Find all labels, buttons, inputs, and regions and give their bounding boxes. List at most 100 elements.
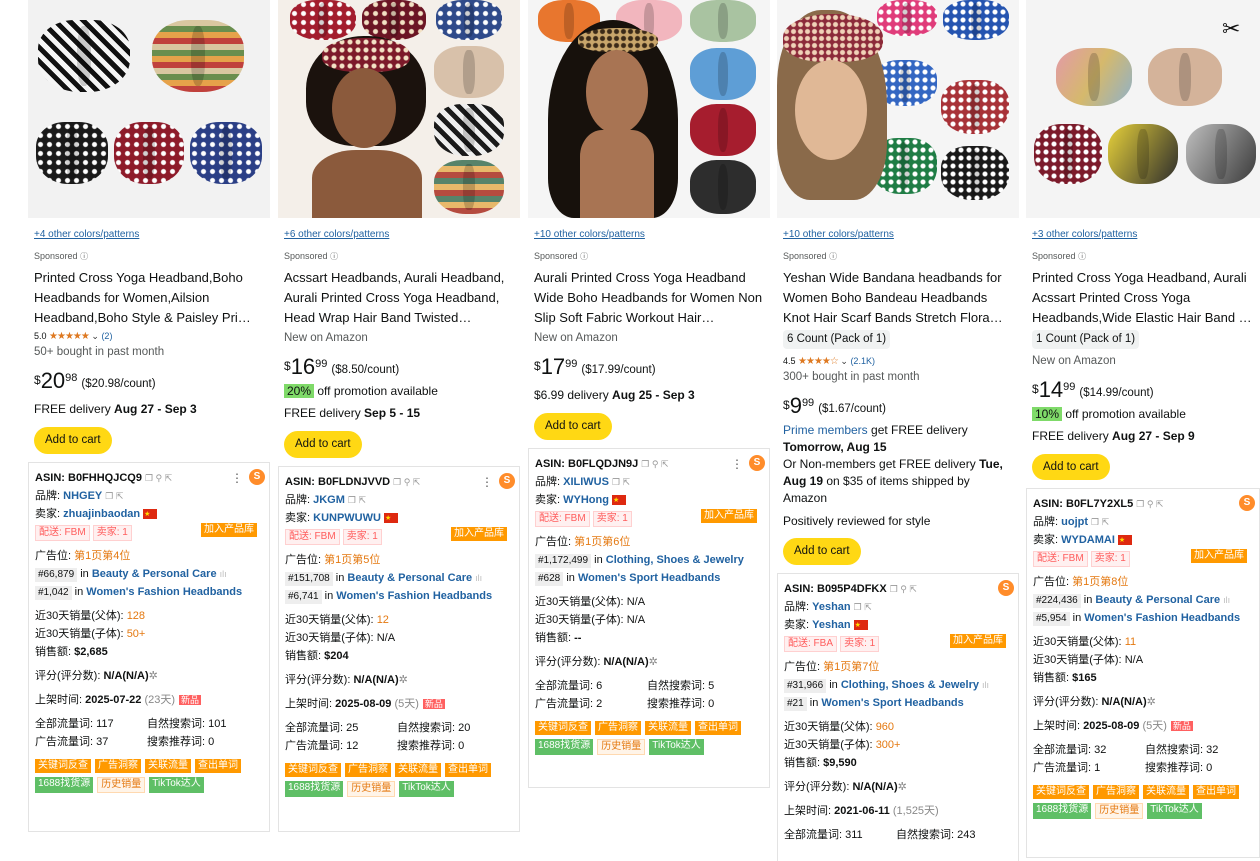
brand-link[interactable]: NHGEY [63,490,102,502]
check-words-button[interactable]: 查出单词 [195,758,241,773]
product-image-3[interactable] [528,0,770,218]
add-to-cart-button[interactable]: Add to cart [534,413,612,440]
product-image-2[interactable] [278,0,520,218]
source-1688-button[interactable]: 1688找货源 [535,738,594,755]
keyword-reverse-button[interactable]: 关键词反查 [285,762,341,777]
tiktok-button[interactable]: TikTok达人 [399,780,454,797]
category-link[interactable]: Beauty & Personal Care [1095,594,1220,606]
chart-icon[interactable]: ılı [1223,595,1230,605]
price[interactable]: $20 98 ($20.98/count) [34,369,264,397]
category-link[interactable]: Clothing, Shoes & Jewelry [841,679,979,691]
seller-link[interactable]: WYDAMAI [1061,534,1115,546]
ad-insight-button[interactable]: 广告洞察 [345,762,391,777]
product-image-5[interactable]: ✂ [1026,0,1260,218]
rating[interactable]: 5.0 ★★★★★ ⌄ (2) [34,330,264,344]
pack-size[interactable]: 1 Count (Pack of 1) [1032,330,1140,349]
category-link[interactable]: Clothing, Shoes & Jewelry [606,554,744,566]
brand-link[interactable]: JKGM [313,494,345,506]
price[interactable]: $17 99 ($17.99/count) [534,355,764,383]
ad-insight-button[interactable]: 广告洞察 [95,758,141,773]
history-sales-button[interactable]: 历史销量 [1095,803,1144,820]
brand-link[interactable]: Yeshan [812,601,851,613]
other-colors-link[interactable]: +3 other colors/patterns [1032,228,1254,242]
plugin-logo-icon[interactable]: S [499,472,515,489]
history-sales-button[interactable]: 历史销量 [347,780,396,797]
related-traffic-button[interactable]: 关联流量 [395,762,441,777]
chart-icon[interactable]: ılı [220,569,227,579]
pack-size[interactable]: 6 Count (Pack of 1) [783,330,891,349]
price[interactable]: $14 99 ($14.99/count) [1032,377,1254,406]
add-to-cart-button[interactable]: Add to cart [34,427,112,454]
keyword-reverse-button[interactable]: 关键词反查 [535,720,591,735]
check-words-button[interactable]: 查出单词 [445,762,491,777]
add-to-cart-button[interactable]: Add to cart [1032,453,1110,481]
add-to-library-button[interactable]: 加入产品库 [201,522,257,537]
more-icon[interactable]: ⋮ [481,473,493,491]
related-traffic-button[interactable]: 关联流量 [145,758,191,773]
ad-insight-button[interactable]: 广告洞察 [1093,785,1139,800]
seller-link[interactable]: WYHong [563,494,609,506]
other-colors-link[interactable]: +4 other colors/patterns [34,228,264,242]
tiktok-button[interactable]: TikTok达人 [149,776,204,793]
check-words-button[interactable]: 查出单词 [695,720,741,735]
related-traffic-button[interactable]: 关联流量 [645,720,691,735]
history-sales-button[interactable]: 历史销量 [597,738,646,755]
chevron-down-icon[interactable]: ⌄ [91,331,99,341]
category-link[interactable]: Women's Sport Headbands [821,697,963,709]
copy-icon[interactable]: ❐ ⚲ ⇱ [641,459,668,469]
tiktok-button[interactable]: TikTok达人 [1147,803,1202,820]
copy-icon[interactable]: ❐ ⇱ [105,491,123,501]
category-link[interactable]: Women's Fashion Headbands [86,586,242,598]
other-colors-link[interactable]: +6 other colors/patterns [284,228,514,242]
copy-icon[interactable]: ❐ ⚲ ⇱ [1136,499,1163,509]
category-link[interactable]: Women's Fashion Headbands [336,590,492,602]
add-to-library-button[interactable]: 加入产品库 [1191,549,1247,564]
copy-icon[interactable]: ❐ ⚲ ⇱ [145,473,172,483]
copy-icon[interactable]: ❐ ⇱ [348,495,366,505]
other-colors-link[interactable]: +10 other colors/patterns [783,228,1013,242]
product-title[interactable]: Printed Cross Yoga Headband, Aurali Acss… [1032,268,1254,328]
product-title[interactable]: Yeshan Wide Bandana headbands for Women … [783,268,1013,328]
keyword-reverse-button[interactable]: 关键词反查 [1033,785,1089,800]
copy-icon[interactable]: ❐ ⚲ ⇱ [890,584,917,594]
plugin-logo-icon[interactable]: S [249,468,265,485]
tiktok-button[interactable]: TikTok达人 [649,738,704,755]
source-1688-button[interactable]: 1688找货源 [1033,803,1092,820]
product-title[interactable]: Acssart Headbands, Aurali Headband, Aura… [284,268,514,328]
other-colors-link[interactable]: +10 other colors/patterns [534,228,764,242]
category-link[interactable]: Beauty & Personal Care [347,572,472,584]
source-1688-button[interactable]: 1688找货源 [35,776,94,793]
product-image-1[interactable] [28,0,270,218]
product-image-4[interactable] [777,0,1019,218]
chevron-down-icon[interactable]: ⌄ [840,356,848,366]
copy-icon[interactable]: ❐ ⇱ [612,477,630,487]
add-to-library-button[interactable]: 加入产品库 [451,526,507,541]
related-traffic-button[interactable]: 关联流量 [1143,785,1189,800]
add-to-library-button[interactable]: 加入产品库 [701,508,757,523]
product-title[interactable]: Printed Cross Yoga Headband,Boho Headban… [34,268,264,328]
category-link[interactable]: Women's Sport Headbands [578,572,720,584]
add-to-cart-button[interactable]: Add to cart [783,538,861,565]
category-link[interactable]: Women's Fashion Headbands [1084,612,1240,624]
price[interactable]: $16 99 ($8.50/count) [284,355,514,383]
chart-icon[interactable]: ılı [475,573,482,583]
ad-insight-button[interactable]: 广告洞察 [595,720,641,735]
brand-link[interactable]: XILIWUS [563,476,609,488]
rating[interactable]: 4.5 ★★★★☆ ⌄ (2.1K) [783,355,1013,369]
price[interactable]: $9 99 ($1.67/count) [783,393,1013,422]
plugin-logo-icon[interactable]: S [749,454,765,471]
seller-link[interactable]: zhuajinbaodan [63,508,140,520]
prime-link[interactable]: Prime members [783,423,868,437]
copy-icon[interactable]: ❐ ⇱ [1091,517,1109,527]
plugin-logo-icon[interactable]: S [998,579,1014,596]
history-sales-button[interactable]: 历史销量 [97,776,146,793]
product-title[interactable]: Aurali Printed Cross Yoga Headband Wide … [534,268,764,328]
brand-link[interactable]: uojpt [1061,516,1088,528]
more-icon[interactable]: ⋮ [731,455,743,473]
seller-link[interactable]: KUNPWUWU [313,512,381,524]
copy-icon[interactable]: ❐ ⚲ ⇱ [393,477,420,487]
chart-icon[interactable]: ılı [982,680,989,690]
copy-icon[interactable]: ❐ ⇱ [854,602,872,612]
keyword-reverse-button[interactable]: 关键词反查 [35,758,91,773]
more-icon[interactable]: ⋮ [231,469,243,487]
